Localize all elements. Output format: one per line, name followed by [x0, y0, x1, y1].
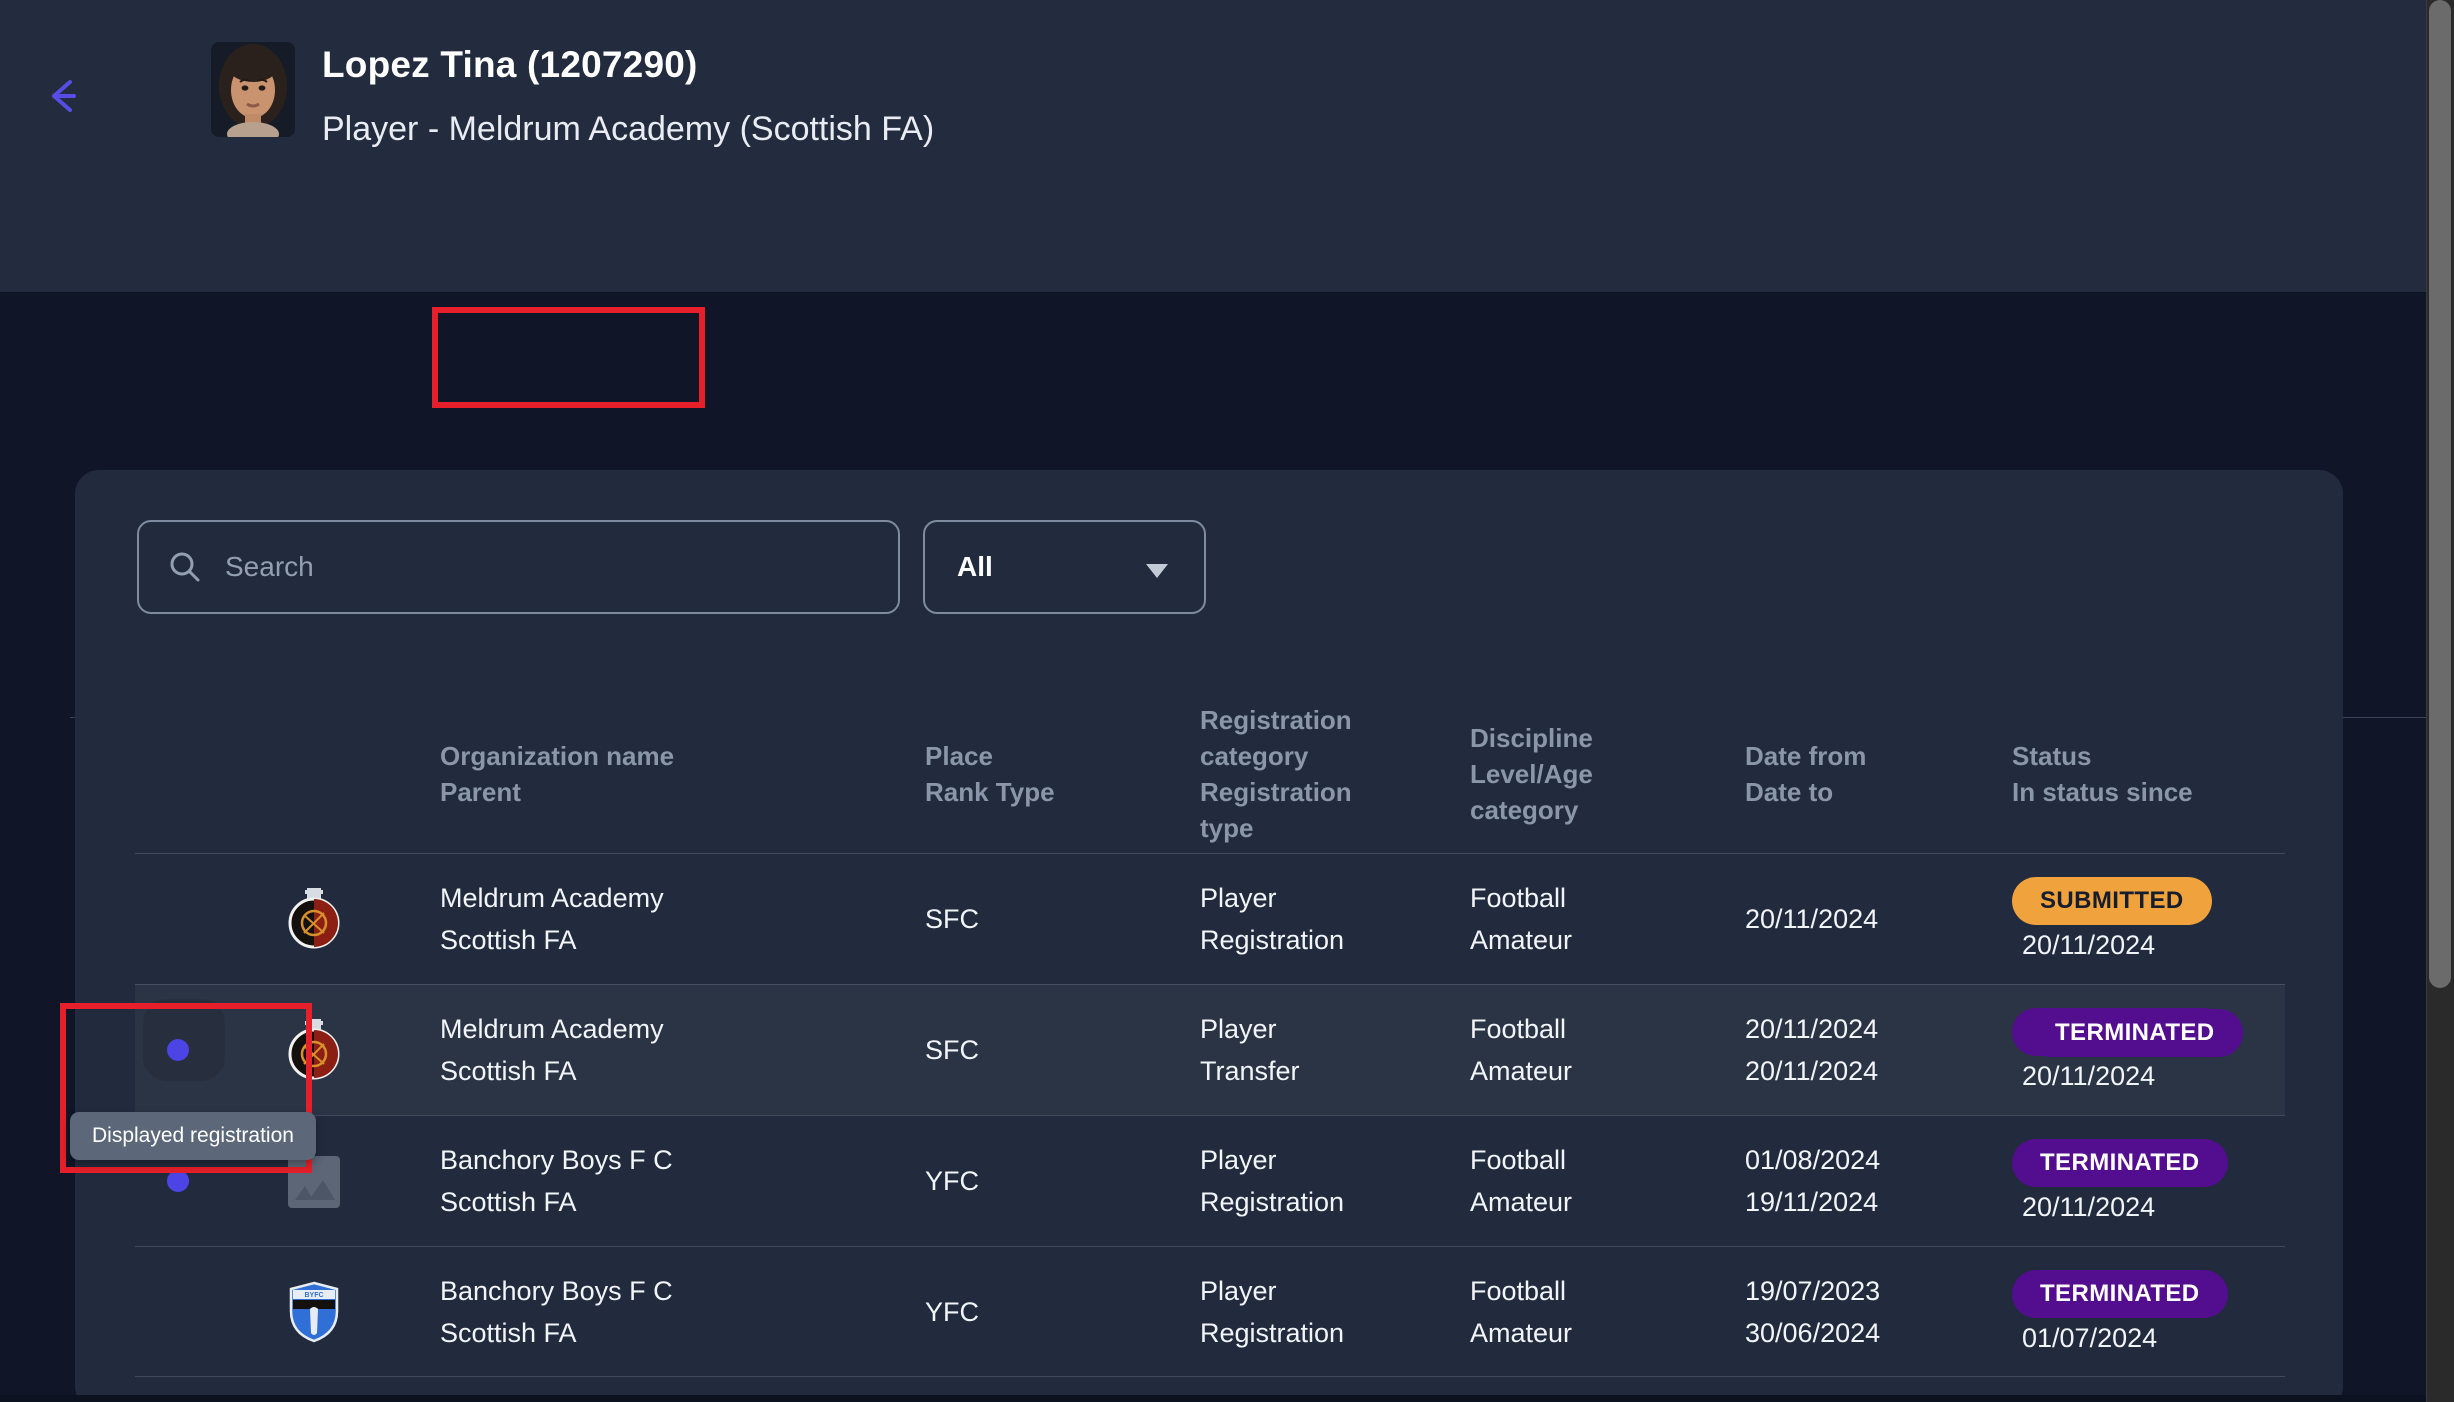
registration-type: Registration: [1200, 919, 1344, 961]
rank-type: SFC: [925, 898, 979, 940]
date-to: 19/11/2024: [1745, 1181, 1880, 1223]
registration-category: Player: [1200, 877, 1344, 919]
date-from: 20/11/2024: [1745, 1008, 1878, 1050]
type-filter-value: All: [957, 551, 993, 583]
discipline: Football: [1470, 1139, 1572, 1181]
registration-category: Player: [1200, 1008, 1300, 1050]
org-name: Banchory Boys F C: [440, 1139, 673, 1181]
column-header-discipline: DisciplineLevel/Age category: [1470, 695, 1670, 853]
registration-type: Registration: [1200, 1181, 1344, 1223]
org-name: Meldrum Academy: [440, 877, 664, 919]
column-header-status: StatusIn status since: [2012, 695, 2272, 853]
in-status-since: 20/11/2024: [2012, 930, 2212, 961]
level-age-category: Amateur: [1470, 1312, 1572, 1354]
displayed-registration-dot-icon: [167, 1170, 189, 1192]
scrollbar-thumb[interactable]: [2429, 0, 2451, 988]
table-row[interactable]: BYFC Banchory Boys F C Scottish FA YFC P…: [135, 1115, 2285, 1246]
table-body: BYFC Meldrum Academy Scottish FA SFC Pla…: [135, 853, 2285, 1377]
table-row[interactable]: BYFC Meldrum Academy Scottish FA SFC Pla…: [135, 853, 2285, 984]
scrollbar-track[interactable]: [2426, 0, 2454, 1402]
rank-type: SFC: [925, 1029, 979, 1071]
column-header-registration: Registration categoryRegistration type: [1200, 695, 1410, 853]
registration-type: Registration: [1200, 1312, 1344, 1354]
registration-category: Player: [1200, 1270, 1344, 1312]
organization-logo-banchory: BYFC: [287, 1281, 341, 1343]
org-parent: Scottish FA: [440, 1312, 673, 1354]
org-name: Banchory Boys F C: [440, 1270, 673, 1312]
in-status-since: 01/07/2024: [2012, 1323, 2228, 1354]
player-registrations-screen: Lopez Tina (1207290) Player - Meldrum Ac…: [0, 0, 2454, 1402]
status-badge: SUBMITTED: [2012, 877, 2212, 925]
page-header: Lopez Tina (1207290) Player - Meldrum Ac…: [0, 0, 2454, 293]
date-from: 01/08/2024: [1745, 1139, 1880, 1181]
discipline: Football: [1470, 877, 1572, 919]
bottom-edge: [0, 1395, 2426, 1402]
page-subtitle: Player - Meldrum Academy (Scottish FA): [322, 110, 934, 149]
partial-row-status-badge: TERMINATED: [2027, 1009, 2243, 1057]
registration-type: Transfer: [1200, 1050, 1300, 1092]
search-box: [137, 520, 900, 614]
date-to: 20/11/2024: [1745, 1050, 1878, 1092]
level-age-category: Amateur: [1470, 919, 1572, 961]
column-header-organization: Organization nameParent: [440, 695, 770, 853]
search-input[interactable]: [223, 550, 898, 584]
page-title: Lopez Tina (1207290): [322, 44, 934, 86]
date-from: 20/11/2024: [1745, 898, 1878, 940]
back-button[interactable]: [40, 68, 96, 124]
organization-logo-meldrum: [287, 888, 341, 950]
org-name: Meldrum Academy: [440, 1008, 664, 1050]
org-parent: Scottish FA: [440, 919, 664, 961]
discipline: Football: [1470, 1270, 1572, 1312]
search-icon: [167, 549, 203, 585]
type-filter-dropdown[interactable]: All: [923, 520, 1206, 614]
table-row[interactable]: BYFC Meldrum Academy Scottish FA SFC Pla…: [135, 984, 2285, 1115]
in-status-since: 20/11/2024: [2012, 1061, 2228, 1092]
svg-text:BYFC: BYFC: [304, 1292, 323, 1299]
column-header-dates: Date fromDate to: [1745, 695, 1965, 853]
date-to: 30/06/2024: [1745, 1312, 1880, 1354]
in-status-since: 20/11/2024: [2012, 1192, 2228, 1223]
chevron-down-icon: [1146, 564, 1168, 578]
level-age-category: Amateur: [1470, 1050, 1572, 1092]
discipline: Football: [1470, 1008, 1572, 1050]
tab-bar: Details Person Registrations Licenses Ev…: [0, 293, 2454, 471]
status-badge: TERMINATED: [2012, 1270, 2228, 1318]
rank-type: YFC: [925, 1160, 979, 1202]
table-row[interactable]: BYFC Banchory Boys F C Scottish FA YFC P…: [135, 1246, 2285, 1377]
registration-category: Player: [1200, 1139, 1344, 1181]
date-from: 19/07/2023: [1745, 1270, 1880, 1312]
annotation-box-registrations-tab: [432, 307, 705, 408]
displayed-registration-tooltip: Displayed registration: [70, 1112, 316, 1160]
level-age-category: Amateur: [1470, 1181, 1572, 1223]
org-parent: Scottish FA: [440, 1050, 664, 1092]
status-badge: TERMINATED: [2027, 1009, 2243, 1057]
column-header-place: PlaceRank Type: [925, 695, 1125, 853]
status-badge: TERMINATED: [2012, 1139, 2228, 1187]
registrations-panel: All Organization nameParent PlaceRank Ty…: [75, 470, 2343, 1402]
org-parent: Scottish FA: [440, 1181, 673, 1223]
table-header: Organization nameParent PlaceRank Type R…: [135, 695, 2285, 853]
rank-type: YFC: [925, 1291, 979, 1333]
arrow-left-icon: [40, 68, 96, 124]
avatar: [211, 42, 295, 137]
